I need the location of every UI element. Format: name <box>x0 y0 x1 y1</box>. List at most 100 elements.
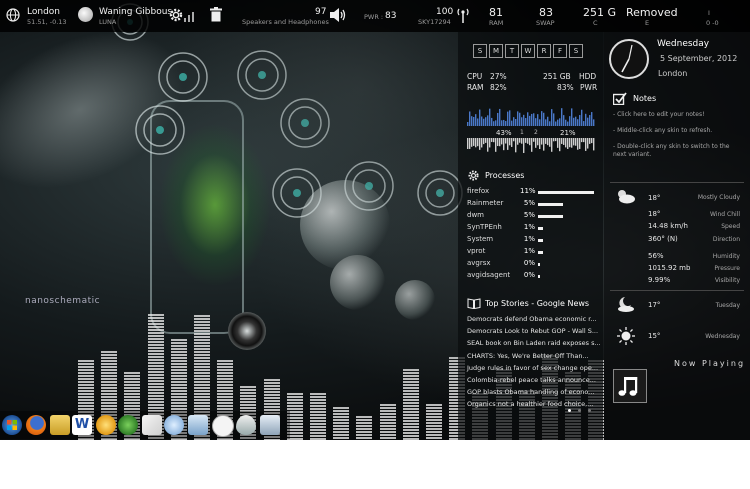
ram-label: RAM <box>489 19 504 27</box>
water-drop-icon[interactable] <box>236 415 256 435</box>
calendar-day[interactable]: W <box>521 44 535 58</box>
graph-bar <box>567 138 569 149</box>
speaker-icon[interactable] <box>330 8 346 22</box>
calendar-day[interactable]: M <box>489 44 503 58</box>
music-player-button[interactable] <box>613 369 647 403</box>
graph-bar <box>551 138 553 152</box>
word-icon[interactable]: W <box>72 415 92 435</box>
ram-value: 81 <box>489 6 503 19</box>
forecast-1-day: Tuesday <box>715 302 740 309</box>
graph-bar <box>569 116 571 126</box>
news-headline[interactable]: CHARTS: Yes, We're Better Off Than... <box>467 352 589 360</box>
notes-title[interactable]: Notes <box>633 94 656 103</box>
pressure-value: 1015.92 mb <box>648 264 691 272</box>
graph-bar <box>511 138 513 147</box>
graph-bar <box>579 115 581 126</box>
process-name: avgrsx <box>467 259 491 267</box>
graph-bar <box>573 117 575 126</box>
recycle-bin-icon[interactable] <box>260 415 280 435</box>
news-headline[interactable]: Democrats defend Obama economic r... <box>467 315 597 323</box>
network-icon[interactable] <box>188 415 208 435</box>
news-headline[interactable]: GOP blasts Obama handling of econo... <box>467 388 594 396</box>
graph-bar <box>541 111 543 126</box>
forecast-1-temp: 17° <box>648 301 661 309</box>
notes-line[interactable]: next variant. <box>613 151 651 158</box>
calendar-day[interactable]: S <box>473 44 487 58</box>
graph-bar <box>565 119 567 126</box>
process-name: System <box>467 235 494 243</box>
graph-bar <box>591 138 593 144</box>
wind-direction-value: 360° (N) <box>648 235 678 243</box>
humidity-value: 56% <box>648 252 664 260</box>
pager-dot[interactable] <box>568 409 571 412</box>
graph-bar <box>475 138 477 148</box>
graph-bar <box>545 138 547 144</box>
wifi-antenna-icon[interactable] <box>456 7 470 23</box>
news-headline[interactable]: Democrats Look to Rebut GOP - Wall S... <box>467 327 598 335</box>
graph-bar <box>543 138 545 151</box>
graph-bar <box>547 138 549 146</box>
process-percent: 11% <box>520 187 536 195</box>
graph-bar <box>553 113 555 126</box>
visualizer-bar <box>356 416 373 440</box>
graph-bar <box>489 138 491 148</box>
graph-bar <box>473 138 475 146</box>
pwr-value: 83% <box>557 83 574 92</box>
graph-bar <box>525 138 527 143</box>
news-headline[interactable]: Judge rules in favor of sex change ope..… <box>467 364 598 372</box>
calendar-day[interactable]: R <box>537 44 551 58</box>
graph-bar <box>491 117 493 126</box>
folder-icon[interactable] <box>50 415 70 435</box>
gear-icon[interactable] <box>168 7 184 23</box>
calendar-day[interactable]: S <box>569 44 583 58</box>
graph-bar <box>527 112 529 126</box>
paint-icon[interactable] <box>142 415 162 435</box>
graph-bar <box>521 117 523 126</box>
graph-bar <box>493 121 495 126</box>
visualizer-bar <box>310 393 326 440</box>
graph-bar <box>477 138 479 147</box>
weather-condition: Mostly Cloudy <box>697 194 740 201</box>
news-headline[interactable]: Organics not a healthier food choice,... <box>467 400 593 408</box>
removed-drive: E <box>645 19 650 27</box>
graph-bar <box>505 120 507 126</box>
cpu-label: CPU <box>467 72 483 81</box>
people-icon[interactable] <box>118 415 138 435</box>
firefox-icon[interactable] <box>26 415 46 435</box>
cloudy-weather-icon <box>618 190 635 204</box>
disk-label: C <box>593 19 598 27</box>
news-headline[interactable]: Colombia-rebel peace talks announce... <box>467 376 596 384</box>
trash-icon[interactable] <box>210 7 222 22</box>
wind-chill-label: Wind Chill <box>710 211 740 218</box>
pager-dot[interactable] <box>588 409 591 412</box>
calendar-day[interactable]: T <box>505 44 519 58</box>
graph-bar <box>571 108 573 126</box>
start-button[interactable] <box>2 415 22 435</box>
graph-bar <box>507 111 509 126</box>
io-indicator-bottom: 0 -0 <box>706 19 719 27</box>
media-player-icon[interactable] <box>96 415 116 435</box>
graph-bar <box>475 114 477 126</box>
search-icon[interactable] <box>164 415 184 435</box>
pager-dot[interactable] <box>578 409 581 412</box>
graph-bar <box>591 112 593 126</box>
location-coords: 51.51, -0.13 <box>27 18 67 26</box>
graph-bar <box>537 114 539 126</box>
graph-bar <box>581 138 583 143</box>
moon-label: LUNA <box>99 18 117 26</box>
clock-icon[interactable] <box>212 415 234 437</box>
windows-logo-icon <box>7 420 17 430</box>
moon-phase: Waning Gibbous <box>99 7 173 17</box>
graph-bar <box>577 138 579 150</box>
notes-line[interactable]: - Middle-click any skin to refresh. <box>613 127 712 134</box>
notes-line[interactable]: - Double-click any skin to switch to the <box>613 143 730 150</box>
notes-line[interactable]: - Click here to edit your notes! <box>613 111 705 118</box>
calendar-day[interactable]: F <box>553 44 567 58</box>
graph-bar <box>589 115 591 126</box>
graph-bar <box>523 138 525 153</box>
process-usage-bar <box>538 263 540 266</box>
news-title[interactable]: Top Stories - Google News <box>485 299 589 308</box>
graph-bar <box>473 116 475 126</box>
news-headline[interactable]: SEAL book on Bin Laden raid exposes s... <box>467 339 601 347</box>
graph-bar <box>589 138 591 144</box>
